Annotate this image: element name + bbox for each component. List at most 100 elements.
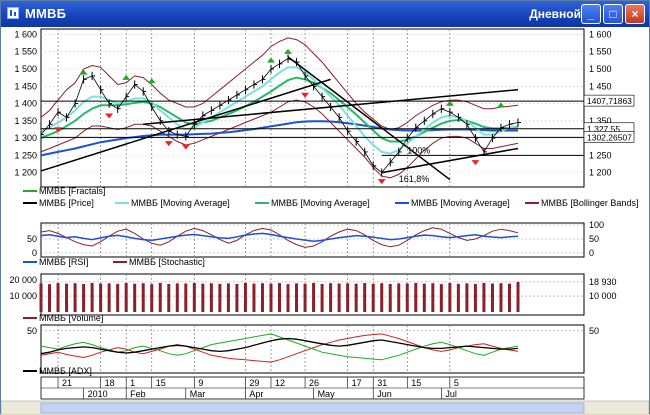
- fractal-down-marker: [471, 160, 480, 166]
- volume-bar: [422, 283, 426, 312]
- time-axis-day-label: 1: [130, 378, 135, 388]
- price-axis-right-tick: 1 550: [589, 47, 612, 57]
- price-axis-left-tick: 1 350: [14, 116, 37, 126]
- price-axis-left-tick: 1 400: [14, 99, 37, 109]
- price-axis-right-tick: 1 600: [589, 29, 612, 39]
- volume-bar: [99, 283, 103, 312]
- volume-bar: [260, 283, 264, 312]
- maximize-button[interactable]: □: [603, 4, 623, 24]
- volume-bar: [363, 283, 367, 312]
- osc-axis-left-tick: 0: [32, 248, 37, 258]
- legend-item: ММВБ [Fractals]: [39, 186, 105, 196]
- volume-bar: [388, 284, 392, 312]
- volume-bar: [397, 283, 401, 312]
- time-axis-month-label: Feb: [130, 389, 146, 399]
- fractal-up-marker: [266, 57, 275, 63]
- volume-bar: [448, 283, 452, 312]
- osc-axis-left-tick: 50: [27, 234, 37, 244]
- legend-item: ММВБ [Moving Average]: [411, 198, 510, 208]
- fractal-up-marker: [147, 78, 156, 84]
- time-axis-day-label: 5: [454, 378, 459, 388]
- trendline: [40, 78, 331, 172]
- volume-bar: [116, 283, 120, 312]
- scrollbar-thumb[interactable]: [40, 402, 585, 414]
- volume-bar: [346, 283, 350, 312]
- volume-bar: [286, 284, 290, 312]
- volume-axis-right-tick: 18 930: [589, 277, 617, 287]
- volume-bar: [456, 283, 460, 312]
- volume-bar: [141, 283, 145, 312]
- price-axis-right-tick: 1 500: [589, 64, 612, 74]
- trendline: [287, 56, 451, 181]
- volume-bar: [235, 284, 239, 312]
- volume-bar: [329, 283, 333, 312]
- time-axis-day-label: 18: [105, 378, 115, 388]
- legend-item: ММВБ [Volume]: [39, 313, 103, 323]
- fractal-down-marker: [301, 92, 310, 98]
- volume-bar: [107, 283, 111, 312]
- timeframe-label[interactable]: Дневной: [529, 7, 581, 21]
- price-axis-left-tick: 1 450: [14, 81, 37, 91]
- volume-bar: [431, 283, 435, 312]
- volume-bar: [226, 283, 230, 312]
- time-axis-day-label: 15: [156, 378, 166, 388]
- time-axis-month-label: Mar: [190, 389, 206, 399]
- time-axis-month-label: Apr: [249, 389, 263, 399]
- volume-bar: [312, 282, 316, 312]
- volume-bar: [184, 283, 188, 312]
- volume-bar: [507, 283, 511, 312]
- osc-axis-right-tick: 100: [589, 220, 604, 230]
- minimize-button[interactable]: _: [581, 4, 601, 24]
- adx-axis-right-tick: 50: [589, 326, 599, 336]
- di-plus-line: [40, 333, 519, 361]
- volume-axis-right-tick: 10 000: [589, 291, 617, 301]
- time-axis-day-label: 12: [275, 378, 285, 388]
- volume-bar: [320, 284, 324, 312]
- volume-axis-left-tick: 20 000: [9, 275, 37, 285]
- legend-item: ММВБ [Moving Average]: [271, 198, 370, 208]
- ma-slow-line: [40, 120, 518, 157]
- time-axis-day-label: 17: [352, 378, 362, 388]
- adx-axis-left-tick: 50: [27, 326, 37, 336]
- volume-bar: [201, 283, 205, 312]
- volume-bar: [175, 283, 179, 312]
- volume-bar: [414, 282, 418, 312]
- legend-item: ММВБ [Moving Average]: [131, 198, 230, 208]
- volume-bar: [337, 283, 341, 312]
- chart-window: ММВБ Дневной _ □ × 1 600 1 600 1 550 1 550 1…: [0, 0, 650, 415]
- volume-bar: [516, 281, 520, 312]
- volume-bar: [278, 283, 281, 312]
- volume-bar: [82, 284, 86, 312]
- level-label: 1302,26507: [587, 132, 632, 142]
- volume-bar: [473, 284, 477, 312]
- legend-item: ММВБ [RSI]: [39, 257, 88, 267]
- level-label: 1407,71863: [587, 96, 632, 106]
- chart-canvas[interactable]: 1 600 1 6001 550 1 5501 500 1 5001 450 1 450…: [1, 27, 649, 415]
- price-axis-right-tick: 1 200: [589, 168, 612, 178]
- legend-item: ММВБ [Bollinger Bands]: [541, 198, 638, 208]
- price-axis-left-tick: 1 600: [14, 29, 37, 39]
- volume-bar: [73, 283, 77, 312]
- volume-bar: [124, 283, 128, 312]
- time-axis-day-label: 29: [249, 378, 259, 388]
- volume-bar: [439, 284, 443, 312]
- legend-item: ММВБ [Stochastic]: [129, 257, 205, 267]
- volume-bar: [380, 283, 384, 312]
- time-axis-day-label: 9: [198, 378, 203, 388]
- time-axis-month-label: Jun: [377, 389, 392, 399]
- price-axis-left-tick: 1 500: [14, 64, 37, 74]
- volume-bar: [243, 282, 247, 312]
- volume-bar: [490, 283, 494, 312]
- chart-app-icon: [7, 7, 19, 19]
- chart-area[interactable]: 1 600 1 600 1 550 1 550 1 500 1 500 1 450 1 450…: [1, 27, 649, 415]
- volume-bar: [218, 283, 222, 312]
- adx-line: [40, 337, 519, 355]
- legend-item: ММВБ [ADX]: [39, 366, 92, 376]
- title-bar[interactable]: ММВБ Дневной _ □ ×: [1, 1, 649, 27]
- volume-axis-left-tick: 10 000: [9, 291, 37, 301]
- ma-mid-line: [40, 76, 519, 143]
- time-axis-day-label: 21: [62, 378, 72, 388]
- close-button[interactable]: ×: [625, 4, 645, 24]
- price-axis-right-tick: 1 250: [589, 150, 612, 160]
- fractal-up-marker: [122, 74, 131, 80]
